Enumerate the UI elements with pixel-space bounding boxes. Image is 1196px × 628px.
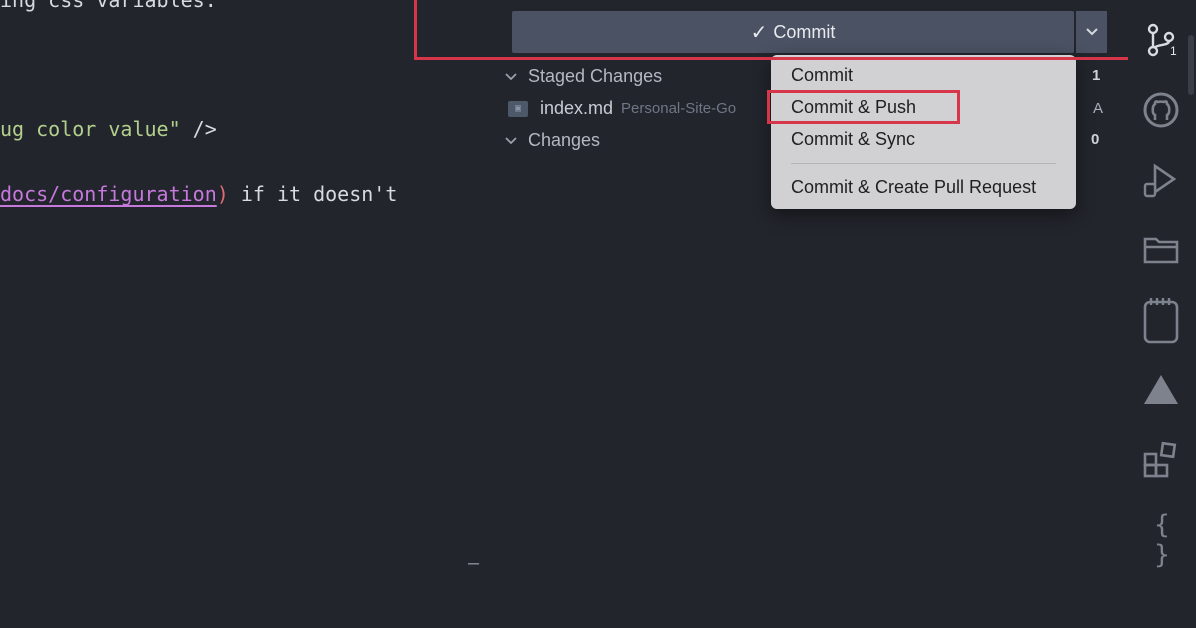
commit-area-highlight bbox=[414, 0, 1157, 60]
source-control-badge: 1 bbox=[1170, 44, 1177, 58]
file-name: index.md bbox=[540, 98, 614, 118]
extensions-icon[interactable] bbox=[1141, 440, 1181, 480]
file-status-badge: A bbox=[1093, 100, 1104, 117]
triangle-icon[interactable] bbox=[1141, 370, 1181, 410]
staged-changes-header[interactable]: Staged Changes bbox=[504, 66, 662, 87]
scrollbar[interactable] bbox=[1188, 35, 1194, 95]
code-text: ing css variables. bbox=[0, 0, 217, 12]
notebook-icon[interactable] bbox=[1141, 296, 1181, 346]
code-text: /> bbox=[180, 117, 217, 141]
changes-header[interactable]: Changes bbox=[504, 130, 600, 151]
menu-item-commit-create-pr[interactable]: Commit & Create Pull Request bbox=[791, 177, 1036, 198]
code-line-2: ug color value" /> bbox=[0, 117, 217, 141]
file-path: Personal-Site-Go bbox=[621, 100, 737, 117]
chevron-down-icon bbox=[505, 72, 517, 80]
code-editor[interactable]: ing css variables. ug color value" /> do… bbox=[0, 0, 482, 628]
chevron-down-icon bbox=[505, 136, 517, 144]
code-string: ug color value" bbox=[0, 117, 181, 141]
activity-bar: 1 { } bbox=[1128, 0, 1196, 628]
code-line-3: docs/configuration) if it doesn't bbox=[0, 182, 397, 206]
folder-icon[interactable] bbox=[1141, 229, 1181, 269]
panel-resize-marker[interactable]: – bbox=[468, 552, 479, 575]
menu-item-commit[interactable]: Commit bbox=[791, 65, 853, 86]
code-line-1: ing css variables. bbox=[0, 0, 217, 12]
commit-push-highlight bbox=[767, 90, 960, 124]
run-debug-icon[interactable] bbox=[1141, 160, 1181, 200]
braces-icon[interactable]: { } bbox=[1142, 510, 1182, 570]
changes-label: Changes bbox=[528, 130, 601, 150]
staged-count-badge: 1 bbox=[1092, 67, 1101, 84]
md-file-icon: ▣ bbox=[508, 100, 528, 117]
staged-changes-label: Staged Changes bbox=[528, 66, 663, 86]
code-text: if it doesn't bbox=[228, 182, 398, 206]
code-paren: ) bbox=[216, 182, 229, 206]
changed-file-row[interactable]: ▣ index.md Personal-Site-Go bbox=[508, 98, 736, 119]
menu-separator bbox=[791, 163, 1056, 164]
code-link[interactable]: docs/configuration bbox=[0, 182, 217, 206]
changes-count-badge: 0 bbox=[1091, 131, 1100, 148]
github-icon[interactable] bbox=[1141, 90, 1181, 130]
commit-options-menu: Commit Commit & Push Commit & Sync Commi… bbox=[771, 55, 1076, 209]
menu-item-commit-sync[interactable]: Commit & Sync bbox=[791, 129, 915, 150]
